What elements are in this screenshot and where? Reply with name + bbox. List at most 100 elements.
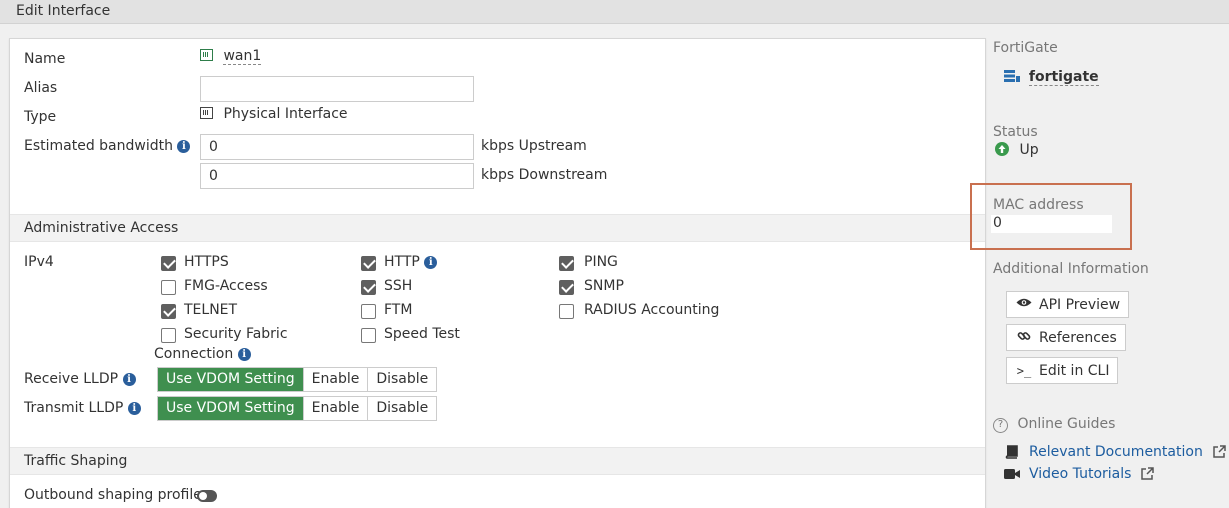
port-icon bbox=[200, 49, 213, 61]
mac-address-value: 0 bbox=[993, 215, 1002, 231]
checkbox-telnet[interactable] bbox=[161, 304, 176, 319]
label-security-fabric-line2: Connection i bbox=[154, 346, 251, 362]
api-preview-label: API Preview bbox=[1039, 296, 1121, 313]
label-fmg-access: FMG-Access bbox=[184, 278, 268, 294]
checkbox-speed-test[interactable] bbox=[361, 328, 376, 343]
upstream-unit: kbps Upstream bbox=[481, 138, 587, 154]
status-label: Status bbox=[993, 124, 1038, 140]
alias-label: Alias bbox=[24, 80, 58, 96]
receive-lldp-use-vdom[interactable]: Use VDOM Setting bbox=[158, 368, 303, 391]
upstream-input[interactable]: 0 bbox=[200, 134, 474, 160]
physical-port-icon bbox=[200, 107, 213, 119]
checkbox-snmp[interactable] bbox=[559, 280, 574, 295]
external-link-icon bbox=[1213, 445, 1226, 458]
fortigate-icon bbox=[1004, 70, 1020, 82]
status-text: Up bbox=[1019, 142, 1039, 158]
receive-lldp-disable[interactable]: Disable bbox=[367, 368, 437, 391]
admin-access-title: Administrative Access bbox=[24, 220, 179, 236]
label-speed-test: Speed Test bbox=[384, 326, 460, 342]
transmit-lldp-enable[interactable]: Enable bbox=[302, 397, 368, 420]
label-https: HTTPS bbox=[184, 254, 229, 270]
info-icon[interactable]: i bbox=[127, 402, 141, 415]
edit-interface-form: Name wan1 Alias Type Physical Interface … bbox=[9, 38, 986, 508]
book-icon bbox=[1005, 445, 1018, 459]
label-ping: PING bbox=[584, 254, 618, 270]
label-http-text: HTTP bbox=[384, 254, 420, 270]
video-tutorials-text: Video Tutorials bbox=[1029, 466, 1132, 482]
edit-in-cli-button[interactable]: >_ Edit in CLI bbox=[1006, 357, 1119, 384]
admin-access-section-header: Administrative Access bbox=[10, 214, 985, 242]
references-label: References bbox=[1039, 329, 1117, 346]
label-ftm: FTM bbox=[384, 302, 413, 318]
label-snmp: SNMP bbox=[584, 278, 624, 294]
online-guides-label: ? Online Guides bbox=[993, 416, 1115, 433]
device-label: FortiGate bbox=[993, 40, 1058, 56]
label-ssh: SSH bbox=[384, 278, 413, 294]
type-label: Type bbox=[24, 109, 57, 125]
additional-info-label: Additional Information bbox=[993, 261, 1149, 277]
info-icon[interactable]: i bbox=[237, 348, 251, 361]
type-value: Physical Interface bbox=[200, 106, 348, 122]
checkbox-radius-accounting[interactable] bbox=[559, 304, 574, 319]
video-camera-icon bbox=[1004, 469, 1020, 479]
help-icon: ? bbox=[993, 418, 1008, 433]
label-connection-text: Connection bbox=[154, 346, 234, 362]
window-title: Edit Interface bbox=[16, 3, 111, 19]
transmit-lldp-disable[interactable]: Disable bbox=[367, 397, 437, 420]
receive-lldp-enable[interactable]: Enable bbox=[302, 368, 368, 391]
status-value: Up bbox=[995, 142, 1039, 158]
type-text: Physical Interface bbox=[223, 106, 348, 122]
checkbox-security-fabric[interactable] bbox=[161, 328, 176, 343]
eye-icon bbox=[1015, 297, 1033, 312]
receive-lldp-text: Receive LLDP bbox=[24, 371, 119, 387]
references-button[interactable]: References bbox=[1006, 324, 1126, 351]
name-label: Name bbox=[24, 51, 66, 67]
downstream-unit: kbps Downstream bbox=[481, 167, 608, 183]
bandwidth-label-text: Estimated bandwidth bbox=[24, 138, 173, 154]
receive-lldp-selector: Use VDOM Setting Enable Disable bbox=[157, 367, 438, 392]
mac-address-field: 0 bbox=[991, 215, 1112, 233]
status-up-icon bbox=[995, 142, 1009, 156]
downstream-input[interactable]: 0 bbox=[200, 163, 474, 189]
alias-input[interactable] bbox=[200, 76, 474, 102]
edit-in-cli-label: Edit in CLI bbox=[1039, 362, 1110, 379]
checkbox-ftm[interactable] bbox=[361, 304, 376, 319]
checkbox-fmg-access[interactable] bbox=[161, 280, 176, 295]
label-radius-accounting: RADIUS Accounting bbox=[584, 302, 720, 318]
mac-address-label: MAC address bbox=[993, 197, 1084, 213]
device-name: fortigate bbox=[1028, 69, 1099, 86]
name-value[interactable]: wan1 bbox=[200, 48, 262, 65]
ipv4-label: IPv4 bbox=[24, 254, 54, 270]
relevant-documentation-text: Relevant Documentation bbox=[1029, 444, 1203, 460]
traffic-shaping-section-header: Traffic Shaping bbox=[10, 447, 985, 475]
label-telnet: TELNET bbox=[184, 302, 238, 318]
window-titlebar: Edit Interface bbox=[0, 0, 1229, 24]
transmit-lldp-label: Transmit LLDP i bbox=[24, 400, 141, 416]
relevant-documentation-link[interactable]: Relevant Documentation bbox=[1005, 444, 1226, 460]
online-guides-text: Online Guides bbox=[1017, 416, 1116, 432]
device-link[interactable]: fortigate bbox=[1004, 69, 1099, 86]
outbound-shaping-label: Outbound shaping profile bbox=[24, 487, 202, 503]
receive-lldp-label: Receive LLDP i bbox=[24, 371, 136, 387]
transmit-lldp-text: Transmit LLDP bbox=[24, 400, 124, 416]
checkbox-http[interactable] bbox=[361, 256, 376, 271]
api-preview-button[interactable]: API Preview bbox=[1006, 291, 1130, 318]
external-link-icon bbox=[1141, 467, 1155, 480]
label-security-fabric: Security Fabric bbox=[184, 326, 288, 342]
label-http: HTTP i bbox=[384, 254, 438, 270]
bandwidth-label: Estimated bandwidth i bbox=[24, 138, 191, 154]
checkbox-ssh[interactable] bbox=[361, 280, 376, 295]
terminal-icon: >_ bbox=[1016, 363, 1032, 378]
checkbox-https[interactable] bbox=[161, 256, 176, 271]
link-icon bbox=[1015, 329, 1033, 347]
info-icon[interactable]: i bbox=[424, 256, 438, 269]
name-text: wan1 bbox=[223, 48, 262, 65]
transmit-lldp-selector: Use VDOM Setting Enable Disable bbox=[157, 396, 438, 421]
transmit-lldp-use-vdom[interactable]: Use VDOM Setting bbox=[158, 397, 303, 420]
checkbox-ping[interactable] bbox=[559, 256, 574, 271]
info-icon[interactable]: i bbox=[122, 373, 136, 386]
outbound-shaping-toggle[interactable] bbox=[197, 490, 217, 502]
traffic-shaping-title: Traffic Shaping bbox=[24, 453, 128, 469]
video-tutorials-link[interactable]: Video Tutorials bbox=[1004, 466, 1155, 482]
info-icon[interactable]: i bbox=[177, 140, 191, 153]
